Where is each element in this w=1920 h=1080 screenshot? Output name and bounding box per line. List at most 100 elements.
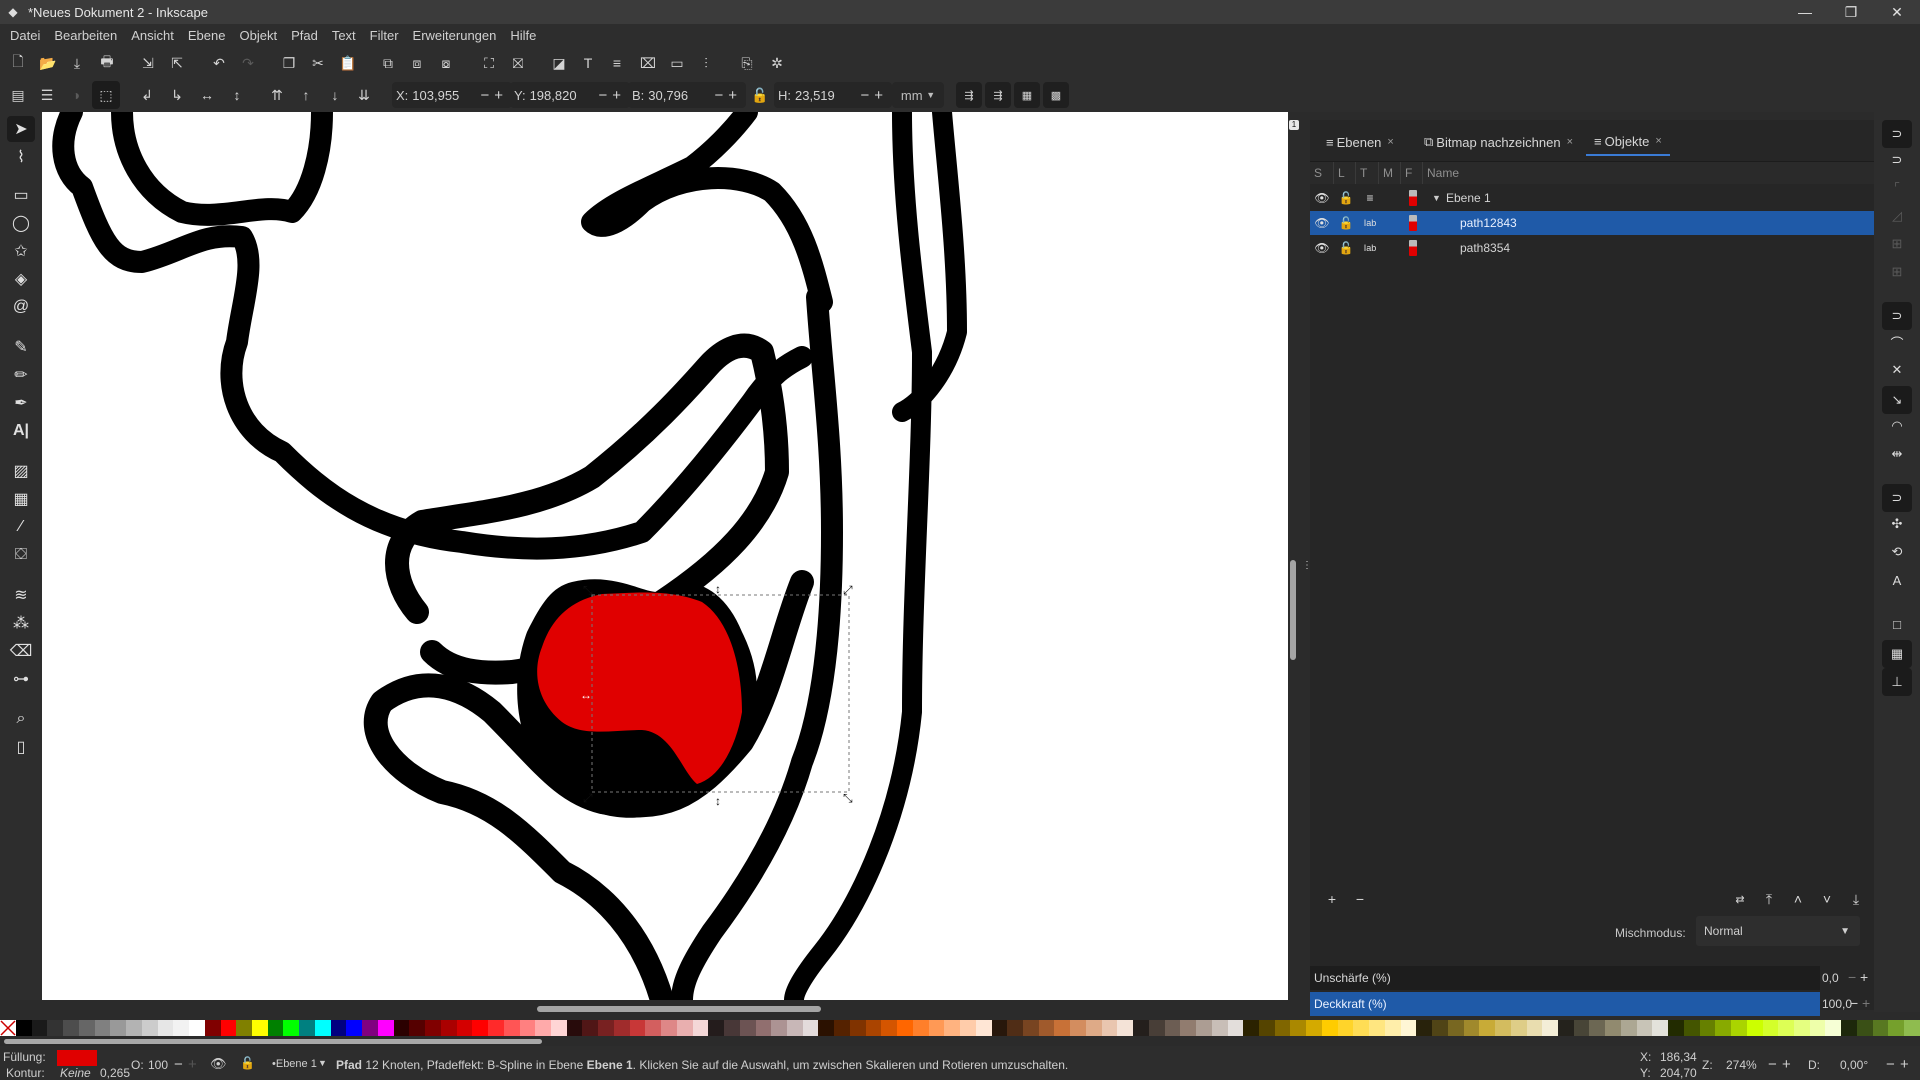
menu-filter[interactable]: Filter <box>364 28 407 43</box>
palette-swatch[interactable] <box>141 1020 158 1036</box>
palette-swatch[interactable] <box>1243 1020 1260 1036</box>
palette-swatch[interactable] <box>802 1020 819 1036</box>
tool-eraser[interactable]: ⌫ <box>7 638 35 664</box>
palette-swatch[interactable] <box>126 1020 142 1036</box>
tool-selector[interactable]: ➤ <box>7 116 35 142</box>
palette-swatch[interactable] <box>1495 1020 1511 1036</box>
col-type[interactable]: T <box>1356 162 1379 184</box>
palette-swatch[interactable] <box>1353 1020 1370 1036</box>
palette-swatch[interactable] <box>991 1020 1008 1036</box>
close-icon[interactable]: × <box>1567 136 1573 148</box>
snap-path-intersection-button[interactable]: ↘ <box>1882 386 1912 414</box>
palette-swatch[interactable] <box>771 1020 787 1036</box>
tab-bitmap-nachzeichnen[interactable]: ⧉ Bitmap nachzeichnen × <box>1424 128 1573 156</box>
lock-open-icon[interactable]: 🔓 <box>1338 215 1354 231</box>
scale-handle-s[interactable]: ↕ <box>715 794 721 808</box>
palette-swatch[interactable] <box>1778 1020 1794 1036</box>
scale-handle-ne[interactable]: ⤢ <box>842 583 853 597</box>
tool-measure[interactable]: ▯ <box>7 734 35 760</box>
zoom-in-button[interactable]: + <box>1782 1056 1791 1073</box>
palette-swatch[interactable] <box>1683 1020 1700 1036</box>
palette-swatch[interactable] <box>1416 1020 1433 1036</box>
palette-swatch[interactable] <box>1432 1020 1448 1036</box>
menu-objekt[interactable]: Objekt <box>233 28 285 43</box>
menu-ansicht[interactable]: Ansicht <box>125 28 182 43</box>
restore-button[interactable]: ❐ <box>1828 0 1874 24</box>
palette-swatch[interactable] <box>1731 1020 1747 1036</box>
flip-horizontal-button[interactable]: ↔ <box>195 83 219 107</box>
save-button[interactable]: ⤓ <box>65 51 89 75</box>
palette-swatch[interactable] <box>975 1020 992 1036</box>
menu-text[interactable]: Text <box>326 28 364 43</box>
visibility-eye-icon[interactable]: 👁 <box>1314 215 1330 231</box>
unit-select[interactable]: mm ▼ <box>892 82 944 108</box>
palette-swatch[interactable] <box>267 1020 284 1036</box>
snap-bbox-centers-button[interactable]: ⊞ <box>1882 260 1912 284</box>
palette-swatch[interactable] <box>1573 1020 1590 1036</box>
palette-swatch[interactable] <box>78 1020 95 1036</box>
col-name[interactable]: Name <box>1423 162 1723 184</box>
layer-lock-icon[interactable]: 🔓 <box>240 1056 255 1070</box>
palette-swatch[interactable] <box>1196 1020 1212 1036</box>
deselect-button[interactable]: ◑ <box>64 83 88 107</box>
raise-button[interactable]: ˄ <box>1788 889 1808 909</box>
palette-swatch[interactable] <box>519 1020 536 1036</box>
xml-editor-button[interactable]: ⌧ <box>636 51 660 75</box>
x-stepper[interactable]: −+ <box>480 87 508 104</box>
palette-swatch[interactable] <box>1715 1020 1732 1036</box>
scale-handle-w[interactable]: ↔ <box>580 688 592 702</box>
close-icon[interactable]: × <box>1387 136 1393 148</box>
palette-swatch[interactable] <box>1101 1020 1118 1036</box>
palette-swatch[interactable] <box>63 1020 79 1036</box>
menu-ebene[interactable]: Ebene <box>182 28 234 43</box>
ungroup-button[interactable]: ⛝ <box>506 51 530 75</box>
import-button[interactable]: ⇲ <box>136 51 160 75</box>
palette-swatch[interactable] <box>881 1020 898 1036</box>
palette-swatch[interactable] <box>1904 1020 1920 1036</box>
palette-swatch[interactable] <box>94 1020 111 1036</box>
move-gradients-button[interactable]: ▦ <box>1014 82 1040 108</box>
palette-swatch[interactable] <box>1211 1020 1228 1036</box>
palette-swatch[interactable] <box>676 1020 693 1036</box>
palette-swatch[interactable] <box>425 1020 441 1036</box>
palette-swatch[interactable] <box>645 1020 662 1036</box>
scale-handle-se[interactable]: ⤡ <box>843 791 853 805</box>
height-stepper[interactable]: −+ <box>860 87 888 104</box>
snap-cusp-button[interactable]: ⌒ <box>1882 330 1912 354</box>
add-layer-button[interactable]: + <box>1322 889 1342 909</box>
palette-swatch[interactable] <box>1274 1020 1291 1036</box>
rotate-decrement[interactable]: − <box>1886 1056 1895 1073</box>
palette-swatch[interactable] <box>708 1020 725 1036</box>
palette-swatch[interactable] <box>1762 1020 1779 1036</box>
snap-smooth-button[interactable]: ◠ <box>1882 414 1912 438</box>
tool-calligraphy[interactable]: ✒ <box>7 390 35 416</box>
stroke-value[interactable]: Keine <box>60 1066 91 1080</box>
print-button[interactable]: 🖶 <box>95 51 119 75</box>
palette-swatch[interactable] <box>1699 1020 1716 1036</box>
copy-button[interactable]: ❐ <box>277 51 301 75</box>
palette-swatch[interactable] <box>739 1020 756 1036</box>
palette-swatch[interactable] <box>503 1020 520 1036</box>
object-row-selected[interactable]: 👁 🔓 Iab path12843 <box>1310 211 1874 235</box>
blend-mode-select[interactable]: Normal ▼ <box>1696 916 1860 946</box>
palette-swatch[interactable] <box>1746 1020 1763 1036</box>
touch-select-button[interactable]: ⬚ <box>92 81 120 109</box>
duplicate-button[interactable]: ⧉ <box>376 51 400 75</box>
tool-tweak[interactable]: ≋ <box>7 582 35 608</box>
tab-objekte[interactable]: ≡ Objekte × <box>1586 128 1670 156</box>
clone-button[interactable]: ⧈ <box>405 51 429 75</box>
snap-midpoints-button[interactable]: ⇹ <box>1882 442 1912 466</box>
expand-triangle-icon[interactable]: ▼ <box>1432 193 1441 203</box>
raise-to-top-button[interactable]: ⤒ <box>1759 889 1779 909</box>
snap-centers-button[interactable]: ✣ <box>1882 512 1912 536</box>
align-distribute-button[interactable]: ⫶ <box>694 51 718 75</box>
object-row[interactable]: 👁 🔓 Iab path8354 <box>1310 236 1874 260</box>
tool-bezier[interactable]: ✎ <box>7 334 35 360</box>
palette-swatch[interactable] <box>724 1020 740 1036</box>
scale-stroke-button[interactable]: ⇶ <box>956 82 982 108</box>
palette-swatch[interactable] <box>314 1020 331 1036</box>
palette-swatch[interactable] <box>1054 1020 1071 1036</box>
palette-swatch[interactable] <box>1180 1020 1197 1036</box>
opacity-increment[interactable]: + <box>1862 995 1870 1011</box>
horizontal-scrollbar-thumb[interactable] <box>537 1006 821 1012</box>
